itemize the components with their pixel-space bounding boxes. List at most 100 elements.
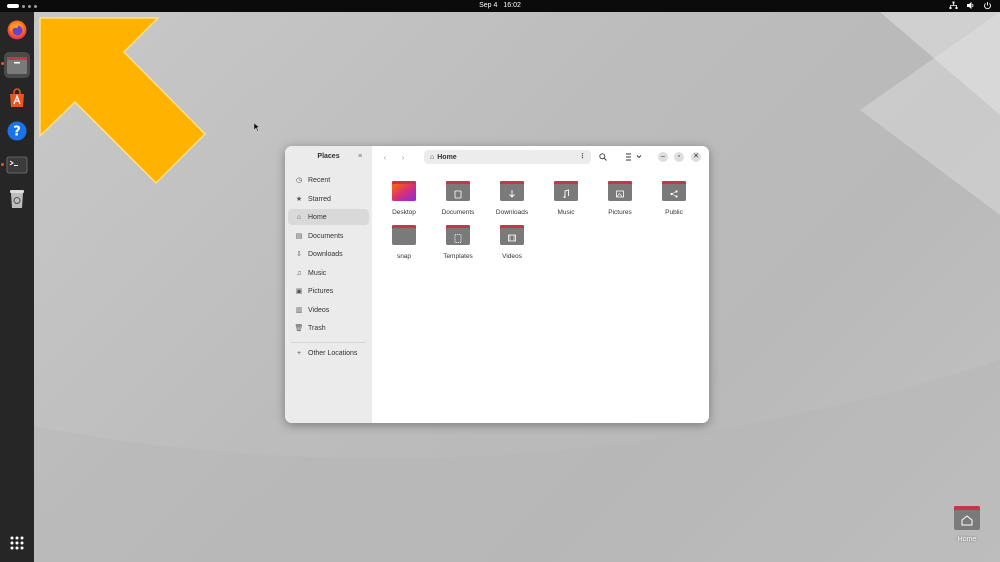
app-center-icon — [10, 88, 24, 107]
folder-icon — [446, 225, 470, 245]
dock-help[interactable]: ? — [4, 118, 30, 144]
clock-icon: ◷ — [295, 177, 303, 184]
dock-firefox[interactable] — [4, 17, 30, 43]
clock-time: 16:02 — [503, 2, 521, 9]
sidebar-item-videos[interactable]: ▥ Videos — [288, 302, 369, 318]
sidebar-item-recent[interactable]: ◷ Recent — [288, 172, 369, 188]
files-sidebar: Places ≡ ◷ Recent ★ Starred ⌂ Home ▤ Doc… — [285, 146, 372, 423]
dock: ? — [0, 12, 34, 562]
sidebar-item-label: Home — [308, 213, 327, 221]
sidebar-item-starred[interactable]: ★ Starred — [288, 191, 369, 207]
close-button[interactable]: ✕ — [691, 152, 701, 162]
volume-icon[interactable] — [966, 1, 975, 10]
folder-label: Videos — [502, 253, 522, 260]
svg-text:?: ? — [13, 125, 21, 140]
grid-icon — [10, 536, 24, 550]
folder-label: Music — [557, 209, 575, 216]
folder-templates[interactable]: Templates — [431, 224, 485, 260]
video-icon: ▥ — [295, 307, 303, 314]
sidebar-item-label: Trash — [308, 324, 326, 332]
folder-label: Downloads — [495, 209, 529, 216]
sidebar-item-pictures[interactable]: ▣ Pictures — [288, 283, 369, 299]
sidebar-divider — [291, 342, 366, 343]
folder-label: Public — [665, 209, 683, 216]
folder-icon — [392, 181, 416, 201]
back-button[interactable]: ‹ — [380, 151, 390, 163]
trash-icon: 🗑︎ — [294, 325, 304, 332]
trash-icon — [10, 190, 24, 208]
system-tray[interactable] — [949, 0, 992, 10]
sidebar-item-trash[interactable]: 🗑︎ Trash — [288, 320, 369, 336]
files-icon — [7, 57, 27, 74]
folder-label: Templates — [443, 253, 473, 260]
star-icon: ★ — [295, 196, 303, 203]
folder-downloads[interactable]: Downloads — [485, 180, 539, 216]
help-icon: ? — [7, 121, 27, 141]
forward-button[interactable]: › — [398, 151, 408, 163]
files-headerbar: ‹ › ⌂ Home ⋮ – ▫ ✕ — [372, 146, 709, 168]
search-icon — [599, 153, 607, 161]
document-icon: ▤ — [295, 233, 303, 240]
sidebar-item-other-locations[interactable]: + Other Locations — [288, 345, 369, 361]
path-menu-button[interactable]: ⋮ — [579, 152, 586, 160]
home-folder-icon — [954, 506, 980, 530]
path-bar[interactable]: ⌂ Home ⋮ — [424, 150, 591, 164]
plus-icon: + — [296, 349, 302, 357]
folder-label: snap — [396, 253, 412, 260]
dock-terminal[interactable] — [4, 152, 30, 178]
folder-label: Desktop — [392, 209, 416, 216]
maximize-button[interactable]: ▫ — [674, 152, 684, 162]
sidebar-item-label: Starred — [308, 195, 331, 203]
clock[interactable]: Sep 4 16:02 — [0, 0, 1000, 12]
home-icon: ⌂ — [296, 213, 302, 221]
folder-public[interactable]: Public — [647, 180, 701, 216]
sidebar-item-label: Downloads — [308, 250, 343, 258]
sidebar-item-label: Music — [308, 269, 327, 277]
clock-date: Sep 4 — [479, 2, 498, 9]
dock-app-center[interactable] — [4, 85, 30, 111]
view-options-button[interactable] — [623, 151, 645, 163]
folder-snap[interactable]: snap — [377, 224, 431, 260]
network-icon[interactable] — [949, 1, 958, 10]
sidebar-item-label: Videos — [308, 306, 330, 314]
desktop-home-icon[interactable]: Home — [948, 505, 986, 543]
sidebar-menu-button[interactable]: ≡ — [358, 153, 362, 160]
folder-documents[interactable]: Documents — [431, 180, 485, 216]
show-apps-button[interactable] — [4, 530, 30, 556]
sidebar-item-home[interactable]: ⌂ Home — [288, 209, 369, 225]
minimize-button[interactable]: – — [658, 152, 668, 162]
dock-files[interactable] — [4, 52, 30, 78]
sidebar-item-label: Pictures — [308, 287, 334, 295]
folder-icon — [662, 181, 686, 201]
download-icon: ⇩ — [296, 251, 302, 258]
folder-icon — [500, 225, 524, 245]
folder-desktop[interactable]: Desktop — [377, 180, 431, 216]
search-button[interactable] — [596, 151, 610, 163]
sidebar-item-music[interactable]: ♫ Music — [288, 265, 369, 281]
folder-icon — [554, 181, 578, 201]
sidebar-item-downloads[interactable]: ⇩ Downloads — [288, 246, 369, 262]
home-icon: ⌂ — [430, 153, 435, 161]
files-window: Places ≡ ◷ Recent ★ Starred ⌂ Home ▤ Doc… — [285, 146, 709, 423]
folder-icon — [500, 181, 524, 201]
highlight-arrow-icon — [39, 17, 207, 185]
top-bar: Sep 4 16:02 — [0, 0, 1000, 12]
folder-label: Pictures — [608, 209, 632, 216]
dock-trash[interactable] — [4, 186, 30, 212]
folder-icon — [392, 225, 416, 245]
folder-icon — [446, 181, 470, 201]
desktop-icon-label: Home — [957, 536, 977, 543]
folder-pictures[interactable]: Pictures — [593, 180, 647, 216]
sidebar-item-label: Other Locations — [308, 349, 358, 357]
sidebar-item-label: Recent — [308, 176, 331, 184]
picture-icon: ▣ — [295, 288, 303, 295]
mouse-cursor-icon — [254, 123, 260, 132]
sidebar-item-documents[interactable]: ▤ Documents — [288, 228, 369, 244]
folder-videos[interactable]: Videos — [485, 224, 539, 260]
folder-view: Desktop Documents Downloads Music Pictures Pu… — [372, 168, 709, 423]
folder-music[interactable]: Music — [539, 180, 593, 216]
list-view-icon — [626, 153, 642, 161]
folder-icon — [608, 181, 632, 201]
power-icon[interactable] — [983, 1, 992, 10]
music-icon: ♫ — [296, 269, 302, 277]
